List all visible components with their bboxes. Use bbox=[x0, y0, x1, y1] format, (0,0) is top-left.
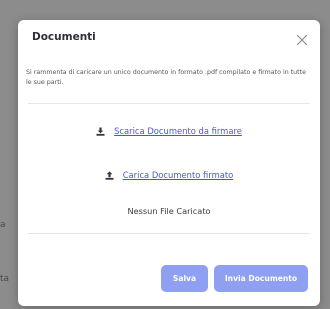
send-document-button[interactable]: Invia Documento bbox=[214, 265, 308, 292]
background-text-fragment: a bbox=[0, 220, 6, 230]
download-document-link[interactable]: Scarica Documento da firmare bbox=[114, 126, 242, 136]
file-status-text: Nessun File Caricato bbox=[127, 206, 211, 216]
upload-document-row[interactable]: Carica Documento firmato bbox=[18, 168, 320, 182]
divider bbox=[28, 233, 310, 234]
download-document-row[interactable]: Scarica Documento da firmare bbox=[18, 124, 320, 138]
upload-icon bbox=[105, 170, 114, 180]
close-icon[interactable] bbox=[296, 34, 308, 46]
modal-title: Documenti bbox=[32, 31, 96, 43]
save-button[interactable]: Salva bbox=[161, 265, 208, 292]
modal-header: Documenti bbox=[18, 20, 320, 60]
background-text-fragment: ta bbox=[0, 274, 10, 284]
instructions-text: Si rammenta di caricare un unico documen… bbox=[26, 69, 306, 86]
divider bbox=[28, 103, 310, 104]
upload-document-link[interactable]: Carica Documento firmato bbox=[123, 170, 234, 180]
download-icon bbox=[96, 127, 105, 136]
documents-modal: Documenti Si rammenta di caricare un uni… bbox=[18, 20, 320, 306]
